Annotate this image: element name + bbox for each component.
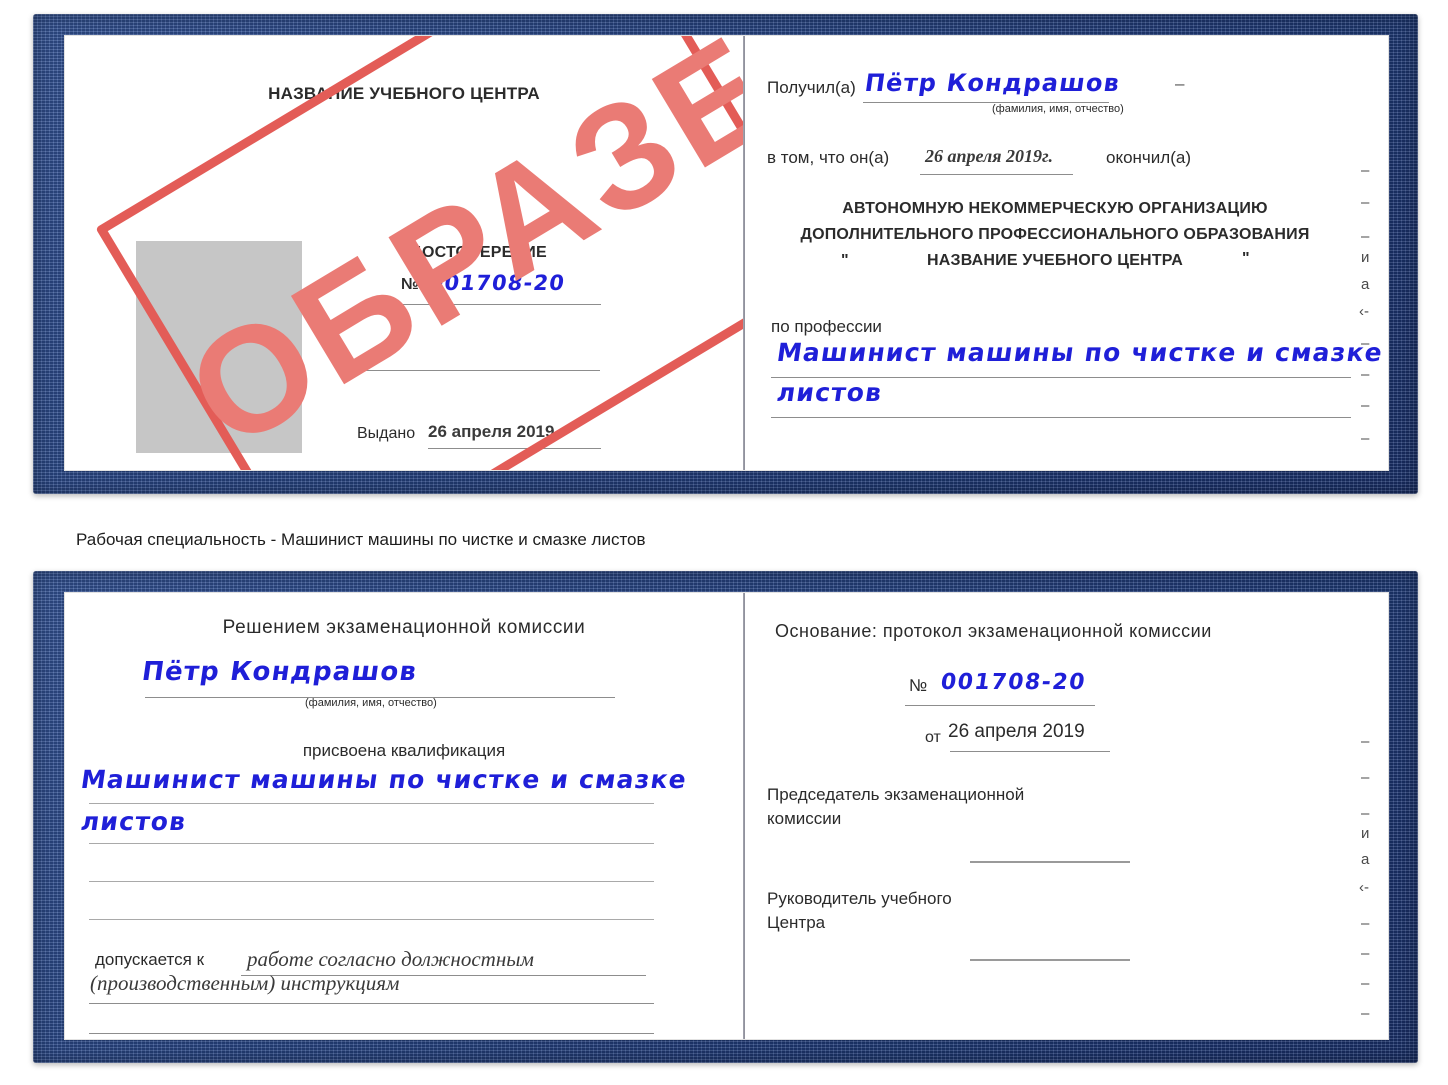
qual-rule-4 bbox=[89, 919, 654, 920]
certificate-top: НАЗВАНИЕ УЧЕБНОГО ЦЕНТРА УДОСТОВЕРЕНИЕ №… bbox=[33, 14, 1418, 494]
from-date: 26 апреля 2019 bbox=[948, 721, 1085, 742]
certificate-top-left-page: НАЗВАНИЕ УЧЕБНОГО ЦЕНТРА УДОСТОВЕРЕНИЕ №… bbox=[65, 36, 743, 470]
name-hint-bottom: (фамилия, имя, отчество) bbox=[305, 697, 437, 709]
certificate-bottom: Решением экзаменационной комиссии Пётр К… bbox=[33, 571, 1418, 1063]
photo-placeholder bbox=[136, 241, 302, 453]
decision-title: Решением экзаменационной комиссии bbox=[222, 617, 586, 638]
qualification-line-2: листов bbox=[79, 807, 189, 836]
number-rule-bottom bbox=[905, 705, 1095, 706]
completion-date: 26 апреля 2019г. bbox=[925, 146, 1053, 166]
decision-name: Пётр Кондрашов bbox=[140, 657, 420, 687]
number-label-top: № bbox=[401, 276, 419, 293]
margin-mark-b9: – bbox=[1361, 1005, 1370, 1022]
certificate-bottom-left-page: Решением экзаменационной комиссии Пётр К… bbox=[65, 593, 743, 1039]
margin-mark-b2: – bbox=[1361, 805, 1370, 822]
qualification-label: присвоена квалификация bbox=[302, 741, 506, 760]
qual-rule-2 bbox=[89, 843, 654, 844]
margin-mark-b3: и bbox=[1361, 825, 1370, 842]
from-rule bbox=[950, 751, 1110, 752]
admitted-label: допускается к bbox=[95, 950, 205, 969]
margin-mark-3: и bbox=[1361, 249, 1370, 266]
chairman-line-2: комиссии bbox=[767, 809, 842, 828]
certificate-top-right-page: Получил(а) Пётр Кондрашов (фамилия, имя,… bbox=[745, 36, 1388, 470]
org-line-2: ДОПОЛНИТЕЛЬНОГО ПРОФЕССИОНАЛЬНОГО ОБРАЗО… bbox=[800, 226, 1310, 243]
margin-mark-b1: – bbox=[1361, 769, 1370, 786]
issued-label: Выдано bbox=[357, 425, 416, 442]
org-quote-close: " bbox=[1242, 250, 1250, 267]
head-signature-rule bbox=[970, 959, 1130, 961]
margin-mark-b5: ‹- bbox=[1359, 879, 1369, 896]
qual-rule-1 bbox=[89, 803, 654, 804]
doc-type-label: УДОСТОВЕРЕНИЕ bbox=[401, 244, 547, 261]
org-line-3: НАЗВАНИЕ УЧЕБНОГО ЦЕНТРА bbox=[926, 252, 1184, 269]
number-rule-top bbox=[401, 304, 601, 305]
margin-mark-b0: – bbox=[1361, 733, 1370, 750]
received-name: Пётр Кондрашов bbox=[863, 69, 1123, 97]
margin-mark-b7: – bbox=[1361, 945, 1370, 962]
number-value-bottom: 001708-20 bbox=[939, 670, 1088, 695]
certificate-bottom-pages: Решением экзаменационной комиссии Пётр К… bbox=[65, 593, 1388, 1039]
number-value-top: 001708-20 bbox=[427, 271, 567, 295]
admitted-line-2: (производственным) инструкциям bbox=[90, 971, 400, 995]
margin-mark-1: – bbox=[1361, 194, 1370, 211]
admitted-rule-3 bbox=[89, 1033, 654, 1034]
head-line-1: Руководитель учебного bbox=[767, 889, 952, 908]
page-root: { "caption": "Рабочая специальность - Ма… bbox=[0, 0, 1448, 1085]
margin-mark-5: ‹- bbox=[1359, 303, 1369, 320]
blank-rule-1 bbox=[350, 370, 600, 371]
profession-line-1: Машинист машины по чистке и смазке bbox=[775, 338, 1386, 367]
profession-line-2: листов bbox=[775, 378, 885, 407]
chairman-line-1: Председатель экзаменационной bbox=[767, 785, 1025, 804]
number-label-bottom: № bbox=[909, 676, 928, 695]
qual-rule-3 bbox=[89, 881, 654, 882]
head-line-2: Центра bbox=[767, 913, 826, 932]
from-label: от bbox=[925, 729, 941, 746]
page-caption: Рабочая специальность - Машинист машины … bbox=[76, 530, 646, 549]
margin-mark-6: – bbox=[1361, 335, 1370, 352]
completion-rule bbox=[920, 174, 1073, 175]
admitted-rule-2 bbox=[89, 1003, 654, 1004]
profession-rule-2 bbox=[771, 417, 1351, 418]
margin-mark-2: – bbox=[1361, 228, 1370, 245]
in-that-label: в том, что он(а) bbox=[767, 148, 890, 167]
basis-label: Основание: протокол экзаменационной коми… bbox=[775, 621, 1212, 641]
qualification-line-1: Машинист машины по чистке и смазке bbox=[79, 765, 690, 794]
profession-label: по профессии bbox=[771, 317, 882, 336]
margin-mark-8: – bbox=[1361, 397, 1370, 414]
org-title-top-left: НАЗВАНИЕ УЧЕБНОГО ЦЕНТРА bbox=[268, 84, 540, 103]
margin-mark-7: – bbox=[1361, 366, 1370, 383]
margin-mark-b4: а bbox=[1361, 851, 1370, 868]
finished-label: окончил(а) bbox=[1106, 148, 1191, 167]
margin-mark-0: – bbox=[1361, 162, 1370, 179]
margin-mark-9: – bbox=[1361, 430, 1370, 447]
issued-rule bbox=[428, 448, 601, 449]
bleed-dash-top: – bbox=[1175, 74, 1185, 93]
seal-label: М.П. bbox=[183, 468, 217, 470]
margin-mark-4: а bbox=[1361, 276, 1370, 293]
issued-date: 26 апреля 2019 bbox=[428, 422, 555, 441]
chairman-signature-rule bbox=[970, 861, 1130, 863]
certificate-bottom-right-page: Основание: протокол экзаменационной коми… bbox=[745, 593, 1388, 1039]
admitted-line-1: работе согласно должностным bbox=[247, 947, 534, 971]
certificate-top-pages: НАЗВАНИЕ УЧЕБНОГО ЦЕНТРА УДОСТОВЕРЕНИЕ №… bbox=[65, 36, 1388, 470]
org-line-1: АВТОНОМНУЮ НЕКОММЕРЧЕСКУЮ ОРГАНИЗАЦИЮ bbox=[842, 200, 1268, 217]
margin-mark-b6: – bbox=[1361, 915, 1370, 932]
margin-mark-b8: – bbox=[1361, 975, 1370, 992]
name-hint-top: (фамилия, имя, отчество) bbox=[992, 103, 1124, 115]
received-label: Получил(а) bbox=[767, 78, 856, 97]
